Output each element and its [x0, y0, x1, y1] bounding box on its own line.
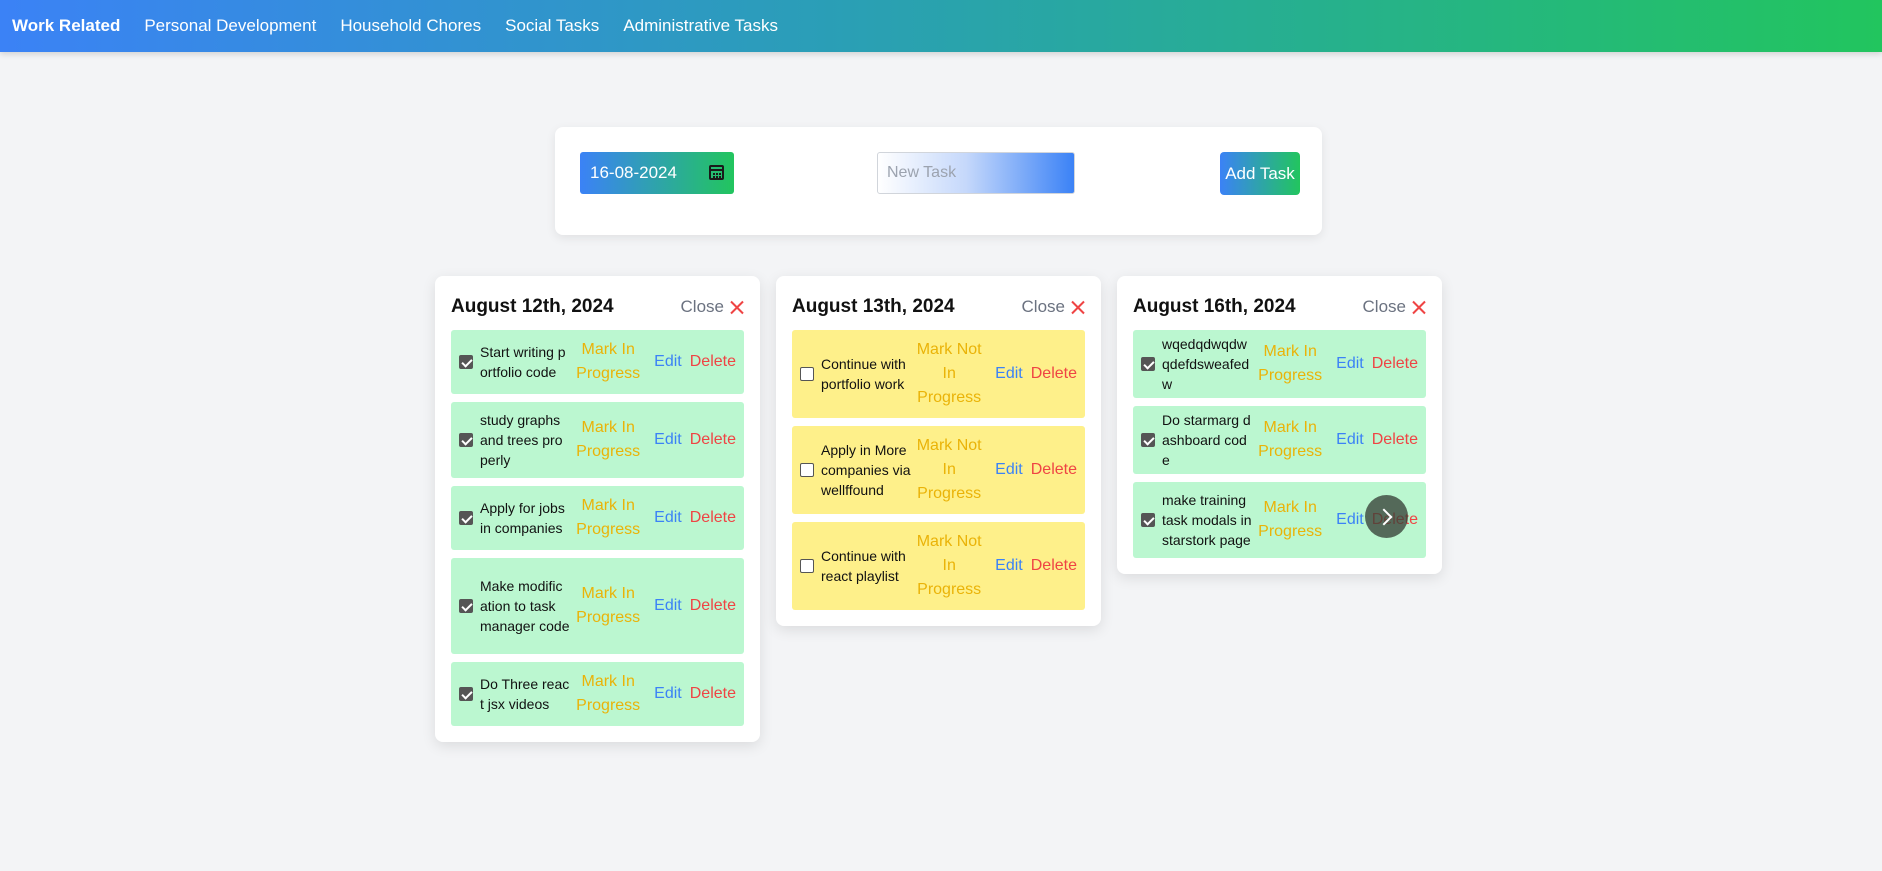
chevron-right-icon: [1375, 508, 1393, 525]
task-checkbox[interactable]: [1141, 357, 1155, 371]
task-item: Continue with react playlist Mark Not In…: [792, 522, 1085, 610]
edit-button[interactable]: Edit: [995, 365, 1023, 383]
mark-in-progress-button[interactable]: Mark In Progress: [1252, 416, 1328, 464]
task-item: Start writing portfolio code Mark In Pro…: [451, 330, 744, 394]
mark-in-progress-button[interactable]: Mark In Progress: [1252, 340, 1328, 388]
task-checkbox[interactable]: [1141, 433, 1155, 447]
task-checkbox[interactable]: [459, 433, 473, 447]
edit-button[interactable]: Edit: [1336, 431, 1364, 449]
task-item: Continue with portfolio work Mark Not In…: [792, 330, 1085, 418]
mark-in-progress-button[interactable]: Mark In Progress: [1252, 496, 1328, 544]
day-card: August 13th, 2024 Close Continue with po…: [776, 276, 1101, 626]
top-nav: Work Related Personal Development Househ…: [0, 0, 1882, 52]
delete-button[interactable]: Delete: [1372, 431, 1418, 449]
task-checkbox[interactable]: [800, 463, 814, 477]
delete-button[interactable]: Delete: [690, 509, 736, 527]
task-text: Make modification to task manager code: [480, 578, 570, 634]
day-title: August 13th, 2024: [792, 296, 955, 317]
task-text: Start writing portfolio code: [480, 344, 566, 380]
task-text: Do Three react jsx videos: [480, 676, 570, 712]
mark-not-in-progress-button[interactable]: Mark Not In Progress: [911, 434, 987, 506]
task-item: Apply in More companies via wellffound M…: [792, 426, 1085, 514]
edit-button[interactable]: Edit: [995, 461, 1023, 479]
task-item: Do Three react jsx videos Mark In Progre…: [451, 662, 744, 726]
day-card-header: August 13th, 2024 Close: [792, 292, 1085, 322]
edit-button[interactable]: Edit: [995, 557, 1023, 575]
task-text: Apply in More companies via wellffound: [821, 442, 911, 498]
edit-button[interactable]: Edit: [654, 509, 682, 527]
mark-not-in-progress-button[interactable]: Mark Not In Progress: [911, 530, 987, 602]
delete-button[interactable]: Delete: [1031, 461, 1077, 479]
delete-button[interactable]: Delete: [690, 353, 736, 371]
day-title: August 12th, 2024: [451, 296, 614, 317]
task-checkbox[interactable]: [1141, 513, 1155, 527]
mark-in-progress-button[interactable]: Mark In Progress: [570, 670, 646, 718]
date-value: 16-08-2024: [590, 163, 677, 182]
nav-item-household-chores[interactable]: Household Chores: [340, 16, 481, 36]
task-text: Continue with portfolio work: [821, 356, 906, 392]
mark-in-progress-button[interactable]: Mark In Progress: [570, 582, 646, 630]
close-button[interactable]: Close: [1363, 297, 1426, 317]
close-icon[interactable]: [730, 300, 744, 314]
task-checkbox[interactable]: [459, 687, 473, 701]
task-item: wqedqdwqdwqdefdsweafedw Mark In Progress…: [1133, 330, 1426, 398]
nav-item-social-tasks[interactable]: Social Tasks: [505, 16, 599, 36]
task-text: make training task modals in starstork p…: [1162, 492, 1252, 548]
delete-button[interactable]: Delete: [690, 597, 736, 615]
day-card: August 12th, 2024 Close Start writing po…: [435, 276, 760, 742]
mark-not-in-progress-button[interactable]: Mark Not In Progress: [911, 338, 987, 410]
nav-item-administrative-tasks[interactable]: Administrative Tasks: [623, 16, 778, 36]
close-icon[interactable]: [1071, 300, 1085, 314]
task-checkbox[interactable]: [459, 511, 473, 525]
edit-button[interactable]: Edit: [1336, 511, 1364, 529]
nav-item-work-related[interactable]: Work Related: [12, 16, 120, 36]
new-task-input[interactable]: [877, 152, 1075, 194]
add-task-button[interactable]: Add Task: [1220, 152, 1300, 195]
delete-button[interactable]: Delete: [1031, 365, 1077, 383]
edit-button[interactable]: Edit: [654, 597, 682, 615]
task-item: Apply for jobs in companies Mark In Prog…: [451, 486, 744, 550]
task-checkbox[interactable]: [800, 367, 814, 381]
delete-button[interactable]: Delete: [690, 431, 736, 449]
mark-in-progress-button[interactable]: Mark In Progress: [570, 494, 646, 542]
edit-button[interactable]: Edit: [654, 431, 682, 449]
task-checkbox[interactable]: [459, 599, 473, 613]
date-picker[interactable]: 16-08-2024: [580, 152, 734, 194]
close-button[interactable]: Close: [1022, 297, 1085, 317]
task-text: study graphs and trees properly: [480, 412, 563, 468]
day-title: August 16th, 2024: [1133, 296, 1296, 317]
add-task-form: 16-08-2024 Add Task: [555, 127, 1322, 235]
task-text: wqedqdwqdwqdefdsweafedw: [1162, 336, 1250, 392]
nav-item-personal-development[interactable]: Personal Development: [144, 16, 316, 36]
task-text: Do starmarg dashboard code: [1162, 412, 1251, 468]
task-item: Do starmarg dashboard code Mark In Progr…: [1133, 406, 1426, 474]
close-button[interactable]: Close: [681, 297, 744, 317]
edit-button[interactable]: Edit: [1336, 355, 1364, 373]
delete-button[interactable]: Delete: [1372, 355, 1418, 373]
task-text: Apply for jobs in companies: [480, 500, 565, 536]
delete-button[interactable]: Delete: [1031, 557, 1077, 575]
mark-in-progress-button[interactable]: Mark In Progress: [570, 416, 646, 464]
next-button[interactable]: [1365, 495, 1408, 538]
close-icon[interactable]: [1412, 300, 1426, 314]
day-card-header: August 12th, 2024 Close: [451, 292, 744, 322]
task-checkbox[interactable]: [459, 355, 473, 369]
mark-in-progress-button[interactable]: Mark In Progress: [570, 338, 646, 386]
task-text: Continue with react playlist: [821, 548, 906, 584]
task-checkbox[interactable]: [800, 559, 814, 573]
delete-button[interactable]: Delete: [690, 685, 736, 703]
day-card-header: August 16th, 2024 Close: [1133, 292, 1426, 322]
edit-button[interactable]: Edit: [654, 685, 682, 703]
calendar-icon[interactable]: [709, 165, 724, 180]
task-item: Make modification to task manager code M…: [451, 558, 744, 654]
task-item: study graphs and trees properly Mark In …: [451, 402, 744, 478]
edit-button[interactable]: Edit: [654, 353, 682, 371]
